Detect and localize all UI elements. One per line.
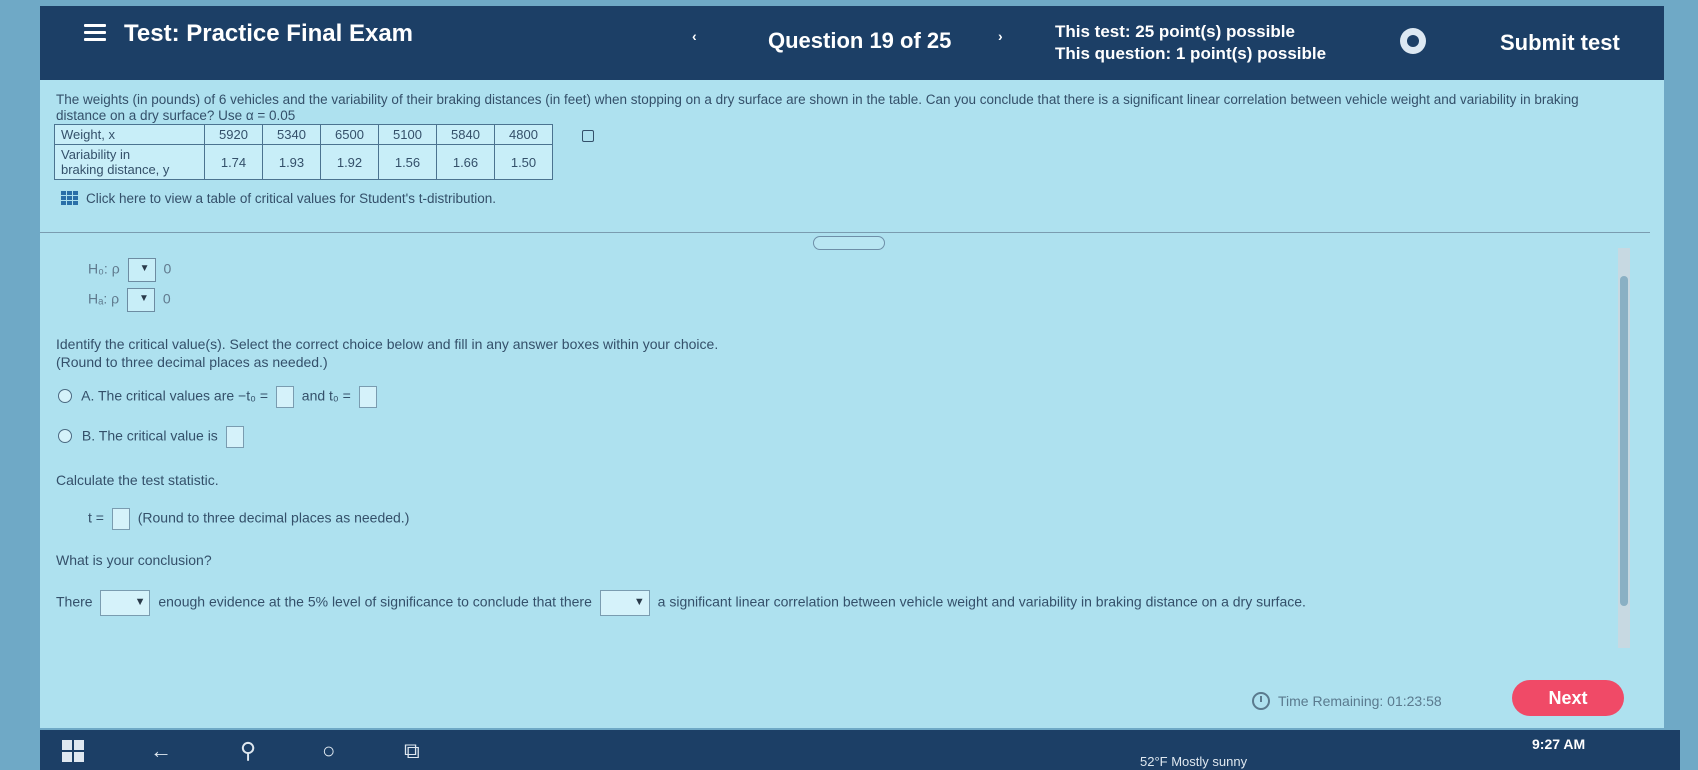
table-cell: 6500 [320, 124, 379, 145]
test-statistic-round-note: (Round to three decimal places as needed… [137, 509, 410, 526]
choice-a-radio[interactable] [58, 388, 72, 403]
choice-a-text: The critical values are −t₀ = [98, 387, 268, 404]
table-cell: 1.66 [436, 144, 495, 180]
table-cell: 5100 [378, 124, 437, 145]
test-statistic-instruction: Calculate the test statistic. [56, 472, 219, 488]
system-clock[interactable]: 9:27 AM [1532, 736, 1585, 752]
alternative-hypothesis-value: 0 [162, 290, 171, 307]
scrollbar[interactable] [1618, 248, 1630, 648]
conclusion-row: There enough evidence at the 5% level of… [56, 590, 1306, 616]
search-icon[interactable]: ⚲ [240, 738, 256, 764]
divider [40, 232, 1650, 233]
table-cell: 5840 [436, 124, 495, 145]
back-arrow-icon[interactable]: ← [150, 738, 172, 764]
settings-icon[interactable] [1400, 28, 1426, 54]
alternative-hypothesis-operator-select[interactable] [126, 288, 155, 312]
taskbar: ← ⚲ ○ ⧉ 52°F Mostly sunny 9:27 AM [40, 730, 1680, 770]
correlation-select[interactable] [599, 590, 650, 616]
critical-value-input[interactable] [225, 426, 244, 448]
test-title: Test: Practice Final Exam [124, 20, 414, 47]
submit-test-button[interactable]: Submit test [1500, 30, 1620, 56]
table-cell: 5340 [262, 124, 321, 145]
null-hypothesis: H₀: ρ 0 [88, 258, 171, 282]
test-header: Test: Practice Final Exam ‹ Question 19 … [40, 6, 1664, 80]
cortana-icon[interactable]: ○ [322, 738, 335, 764]
null-hypothesis-label: H₀: ρ [88, 260, 120, 277]
next-question-arrow[interactable]: › [998, 28, 1003, 44]
alternative-hypothesis-label: Hₐ: ρ [88, 290, 120, 307]
task-view-icon[interactable]: ⧉ [404, 738, 420, 764]
table-row-label-line: Variability in [61, 147, 131, 162]
conclusion-question: What is your conclusion? [56, 552, 212, 568]
table-row-label-line: braking distance, y [61, 162, 170, 177]
windows-start-icon[interactable] [62, 740, 84, 762]
choice-b[interactable]: B. The critical value is [58, 426, 248, 448]
test-statistic-input[interactable] [111, 508, 130, 530]
choice-b-text: The critical value is [98, 427, 218, 444]
question-counter[interactable]: Question 19 of 25 [768, 28, 951, 54]
conclusion-end: a significant linear correlation between… [657, 593, 1306, 610]
table-cell: 1.50 [494, 144, 553, 180]
evidence-select[interactable] [100, 590, 151, 616]
table-row: Variability in braking distance, y 1.74 … [54, 144, 553, 180]
test-statistic-row: t = (Round to three decimal places as ne… [88, 508, 409, 530]
choice-b-letter: B. [81, 427, 96, 444]
conclusion-middle: enough evidence at the 5% level of signi… [158, 593, 592, 610]
null-hypothesis-value: 0 [163, 260, 172, 277]
test-statistic-label: t = [88, 509, 104, 526]
table-cell: 4800 [494, 124, 553, 145]
critical-value-instruction: Identify the critical value(s). Select t… [56, 336, 719, 352]
table-cell: 1.74 [204, 144, 263, 180]
table-grid-icon [60, 190, 78, 206]
divider-handle[interactable] [813, 236, 885, 250]
table-cell: 1.93 [262, 144, 321, 180]
table-cell: 1.56 [378, 144, 437, 180]
clock-icon [1252, 692, 1270, 710]
table-row-label: Weight, x [54, 124, 205, 145]
menu-icon[interactable] [84, 24, 106, 42]
table-cell: 1.92 [320, 144, 379, 180]
previous-question-arrow[interactable]: ‹ [692, 28, 697, 44]
conclusion-there: There [56, 593, 93, 610]
choice-a[interactable]: A. The critical values are −t₀ = and t₀ … [58, 386, 381, 408]
alternative-hypothesis: Hₐ: ρ 0 [88, 288, 171, 312]
critical-value-round-note: (Round to three decimal places as needed… [56, 354, 328, 370]
table-cell: 5920 [204, 124, 263, 145]
time-remaining: Time Remaining: 01:23:58 [1252, 692, 1442, 710]
table-row: Weight, x 5920 5340 6500 5100 5840 4800 [54, 124, 553, 145]
table-row-label: Variability in braking distance, y [54, 144, 205, 180]
question-panel: The weights (in pounds) of 6 vehicles an… [40, 80, 1664, 728]
time-remaining-text: Time Remaining: 01:23:58 [1278, 693, 1442, 709]
choice-b-radio[interactable] [58, 428, 72, 443]
negative-critical-value-input[interactable] [275, 386, 294, 408]
critical-values-link-text: Click here to view a table of critical v… [86, 191, 497, 206]
question-text: The weights (in pounds) of 6 vehicles an… [56, 92, 1579, 123]
test-points: This test: 25 point(s) possible [1055, 22, 1295, 41]
critical-values-link[interactable]: Click here to view a table of critical v… [60, 190, 496, 206]
weather-widget[interactable]: 52°F Mostly sunny [1140, 754, 1247, 769]
null-hypothesis-operator-select[interactable] [127, 258, 156, 282]
copy-table-icon[interactable] [582, 130, 594, 142]
next-button[interactable]: Next [1512, 680, 1624, 716]
data-table: Weight, x 5920 5340 6500 5100 5840 4800 … [54, 124, 553, 180]
choice-a-and: and t₀ = [301, 387, 351, 404]
positive-critical-value-input[interactable] [358, 386, 377, 408]
choice-a-letter: A. [81, 387, 95, 404]
question-points: This question: 1 point(s) possible [1055, 44, 1327, 63]
